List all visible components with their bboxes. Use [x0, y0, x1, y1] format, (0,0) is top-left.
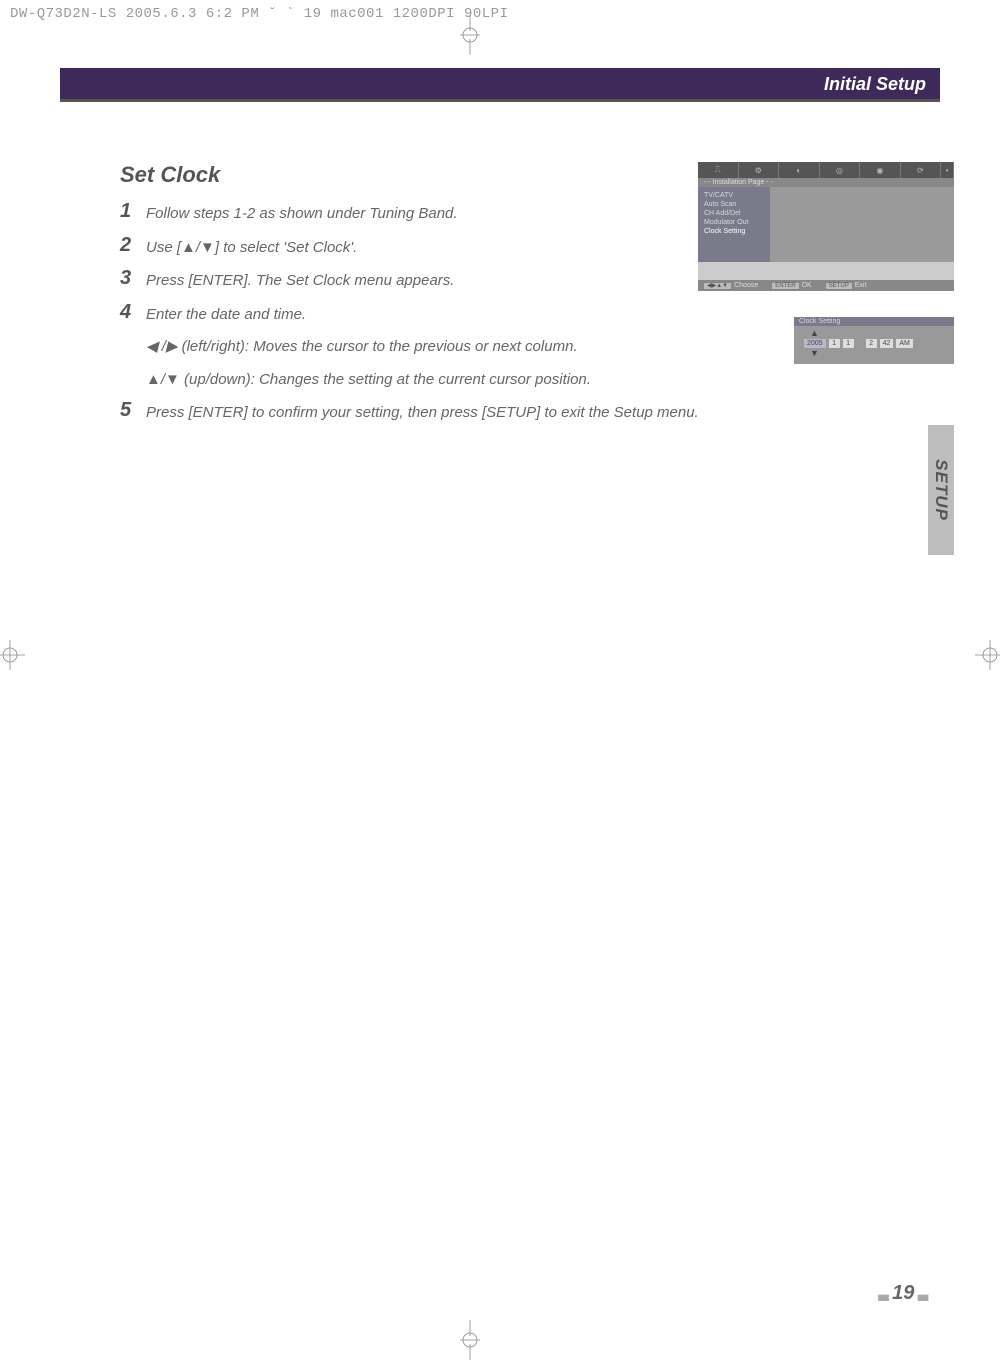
osd-tab-icon: ◐: [779, 162, 820, 178]
osd-blank-area: [698, 262, 954, 280]
clock-minute: 42: [880, 339, 894, 348]
clock-day: 1: [843, 339, 854, 348]
print-job-header: DW-Q73D2N-LS 2005.6.3 6:2 PM ˘ ` 19 mac0…: [0, 0, 1000, 28]
osd-menu-item: CH Add/Del: [704, 209, 764, 218]
clock-box-title: Clock Setting: [794, 317, 954, 326]
step-text: Press [ENTER] to confirm your setting, t…: [146, 399, 699, 425]
osd-menu-item: Modulator Out: [704, 218, 764, 227]
enter-button-icon: ENTER: [772, 283, 798, 289]
osd-footer: ◀▶▲▼Choose ENTER OK SETUPExit: [698, 280, 954, 291]
osd-tab-icon: ◎: [820, 162, 861, 178]
crop-mark-bottom: [450, 1320, 490, 1360]
osd-tab-icon: ⎍: [698, 162, 739, 178]
step-5: 5 Press [ENTER] to confirm your setting,…: [120, 399, 940, 425]
thumb-tab-setup: SETUP: [928, 425, 954, 555]
osd-tab-icon: •: [941, 162, 954, 178]
osd-page-title: - - Installation Page - -: [698, 178, 954, 187]
osd-sidebar: TV/CATV Auto Scan CH Add/Del Modulator O…: [698, 187, 770, 262]
footer-choose-label: Choose: [734, 282, 758, 289]
up-arrow-icon: ▲: [804, 329, 944, 338]
osd-tab-bar: ⎍ ⚙ ◐ ◎ ◉ ⟳ •: [698, 162, 954, 178]
osd-menu-item-selected: Clock Setting: [704, 227, 764, 236]
step-text: Press [ENTER]. The Set Clock menu appear…: [146, 267, 454, 293]
clock-value-row: 2005 1 1 2 42 AM: [804, 339, 944, 348]
clock-month: 1: [829, 339, 840, 348]
step-text: Follow steps 1-2 as shown under Tuning B…: [146, 200, 458, 226]
page-number-decor: ▃: [914, 1286, 928, 1301]
crop-mark-right: [975, 640, 1000, 670]
down-arrow-icon: ▼: [804, 349, 944, 358]
step-number: 3: [120, 267, 146, 290]
step-number: 5: [120, 399, 146, 422]
clock-ampm: AM: [896, 339, 913, 348]
clock-hour: 2: [866, 339, 877, 348]
step-text: Use [▲/▼] to select 'Set Clock'.: [146, 234, 357, 260]
osd-menu-item: TV/CATV: [704, 191, 764, 200]
step-4b: ▲/▼ (up/down): Changes the setting at th…: [146, 367, 940, 392]
osd-body: TV/CATV Auto Scan CH Add/Del Modulator O…: [698, 187, 954, 262]
page-header-bar: Initial Setup: [60, 68, 940, 102]
clock-setting-illustration: Clock Setting ▲ 2005 1 1 2 42 AM ▼: [794, 317, 954, 364]
page-header-title: Initial Setup: [824, 74, 926, 95]
nav-button-icon: ◀▶▲▼: [704, 283, 731, 289]
thumb-tab-label: SETUP: [931, 459, 951, 521]
step-number: 1: [120, 200, 146, 223]
osd-tab-icon: ⟳: [901, 162, 942, 178]
osd-tab-icon: ⚙: [739, 162, 780, 178]
step-number: 4: [120, 301, 146, 324]
footer-ok-label: OK: [802, 282, 812, 289]
footer-exit-label: Exit: [855, 282, 867, 289]
page-number: ▃ 19 ▃: [879, 1282, 928, 1305]
step-number: 2: [120, 234, 146, 257]
step-text: Enter the date and time.: [146, 301, 306, 327]
setup-button-icon: SETUP: [826, 283, 852, 289]
clock-box-body: ▲ 2005 1 1 2 42 AM ▼: [794, 326, 954, 364]
clock-year: 2005: [804, 339, 826, 348]
page-number-decor: ▃: [879, 1286, 893, 1301]
osd-tab-icon: ◉: [860, 162, 901, 178]
osd-menu-item: Auto Scan: [704, 200, 764, 209]
crop-mark-left: [0, 640, 25, 670]
osd-menu-illustration: ⎍ ⚙ ◐ ◎ ◉ ⟳ • - - Installation Page - - …: [698, 162, 954, 291]
osd-main-area: [770, 187, 954, 262]
